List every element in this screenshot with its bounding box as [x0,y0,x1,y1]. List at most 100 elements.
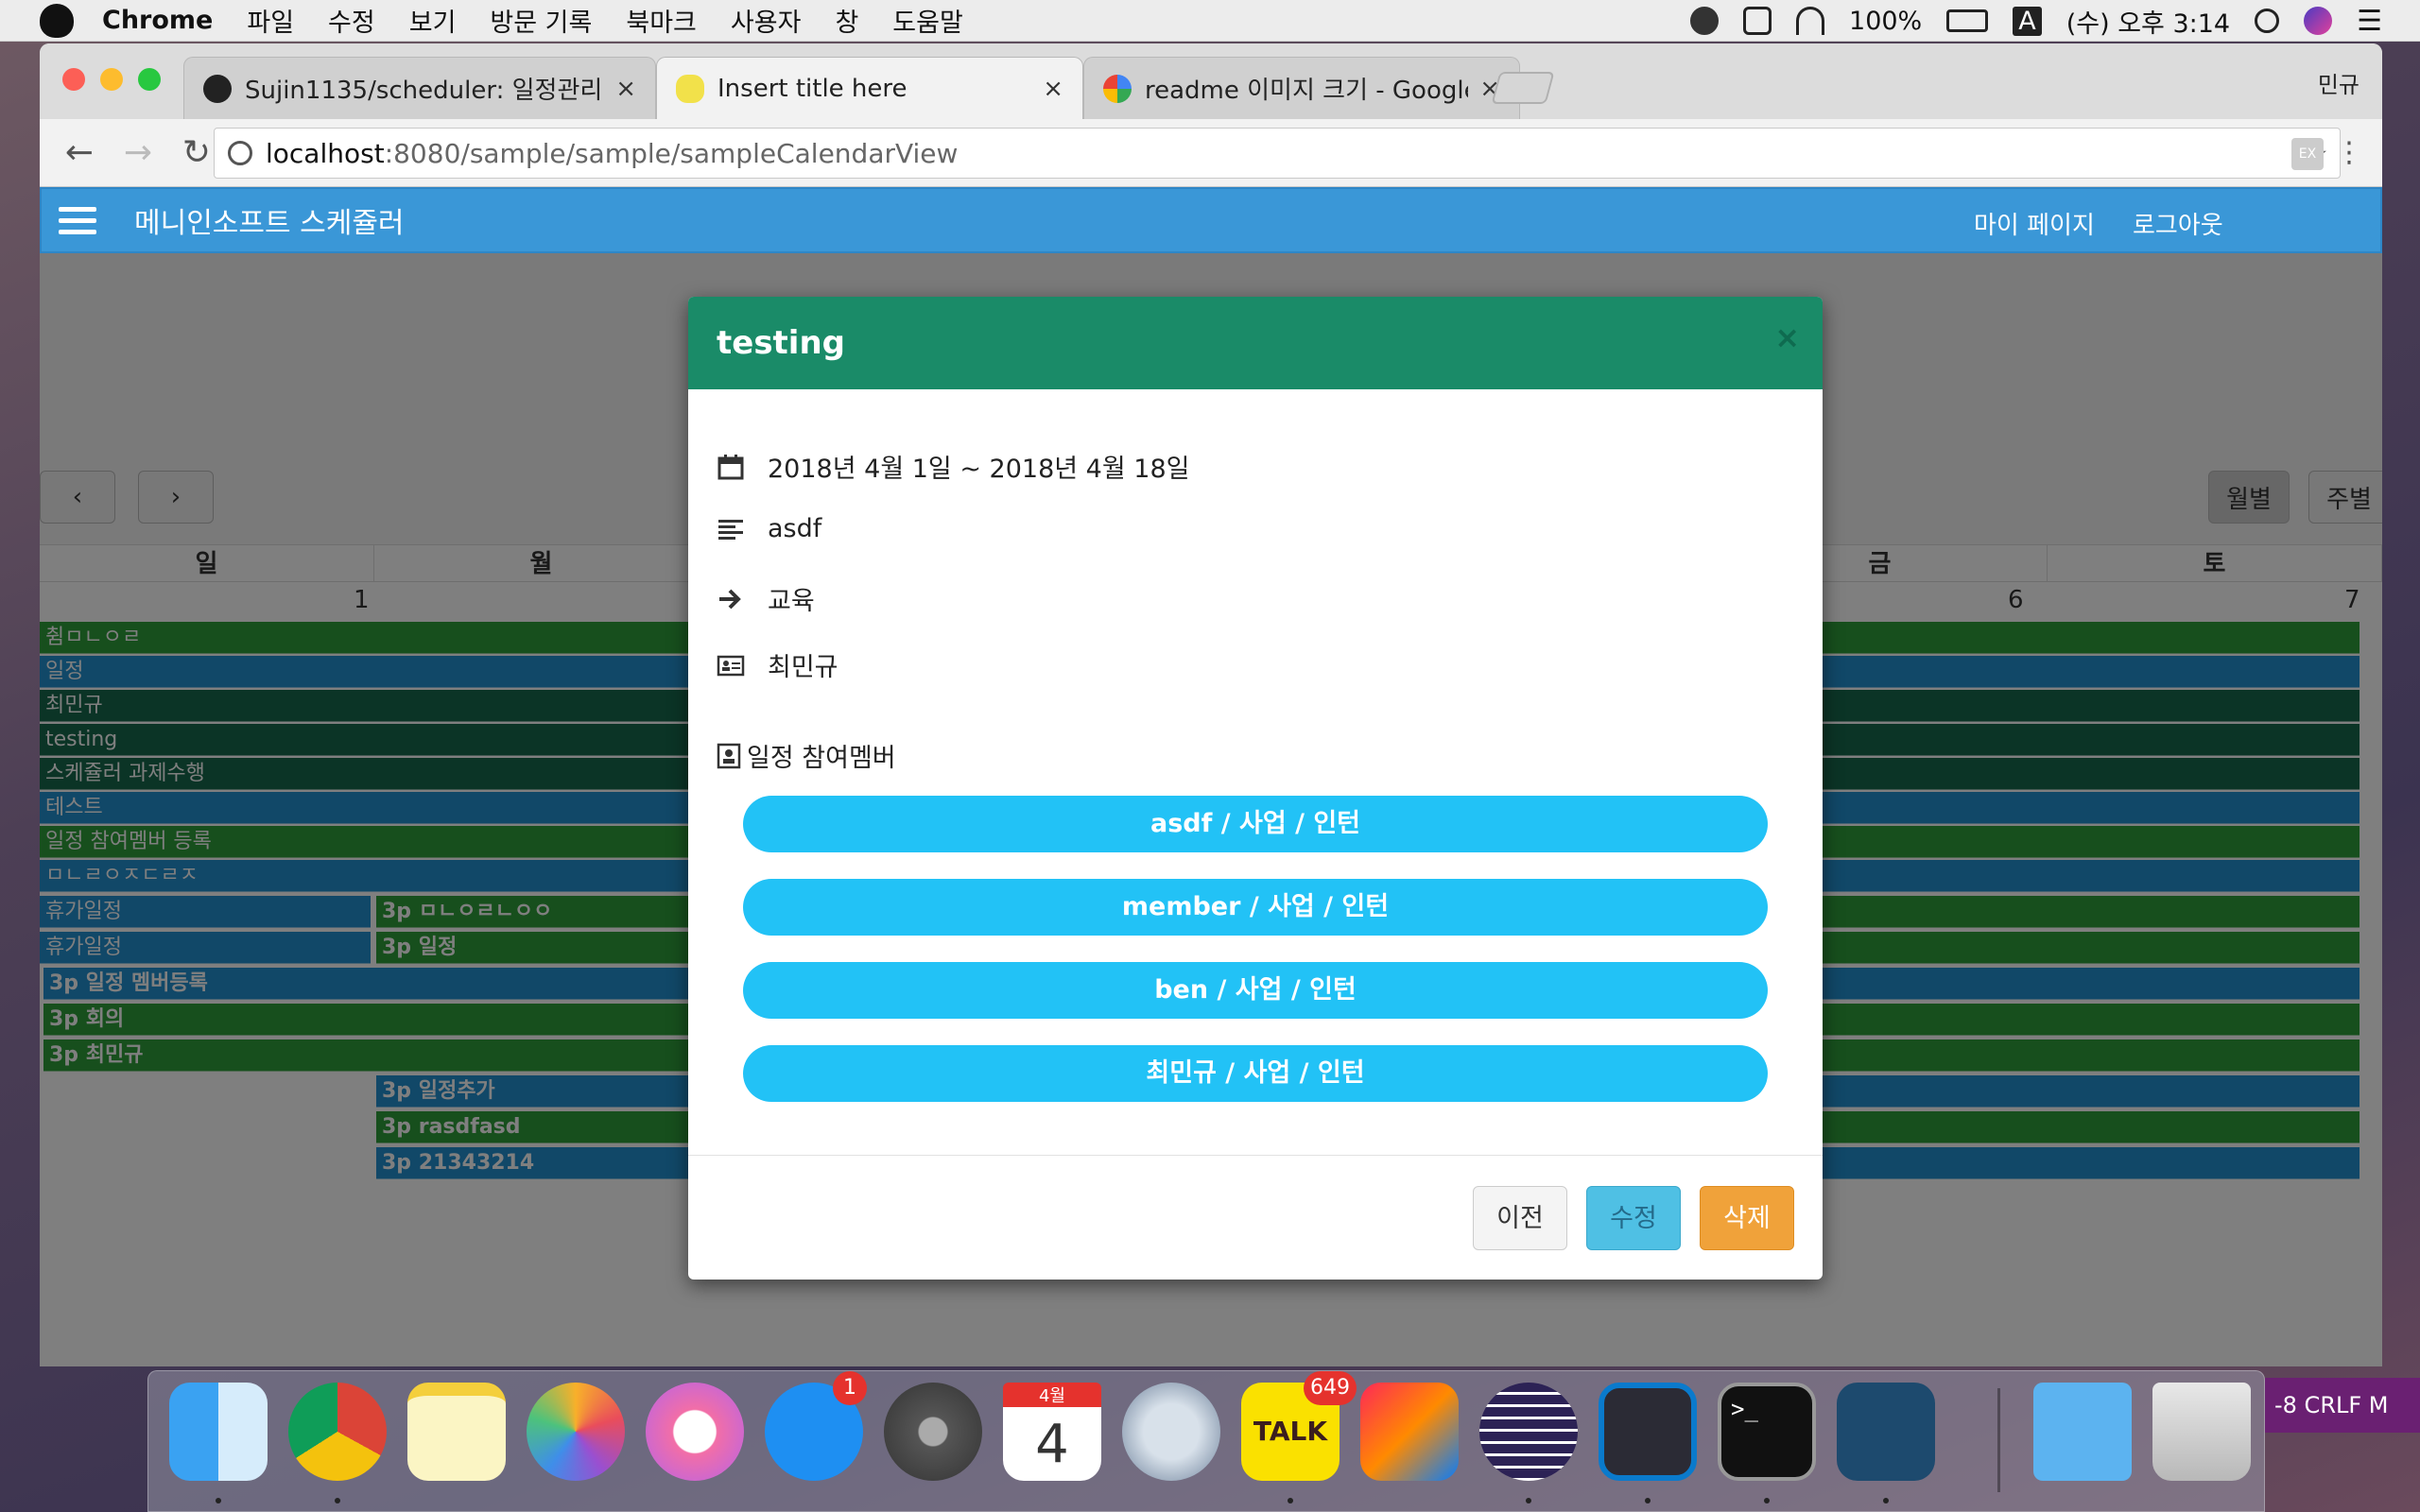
browser-toolbar: ← → ↻ localhost :8080/sample/sample/samp… [40,119,2382,187]
running-indicator [216,1498,221,1503]
spotlight-search-icon[interactable] [2255,9,2280,33]
member-pill[interactable]: asdf / 사업 / 인턴 [743,796,1768,852]
wifi-icon[interactable] [1796,7,1825,35]
github-icon [203,74,232,103]
menu-edit[interactable]: 수정 [328,2,375,39]
menu-app-name[interactable]: Chrome [102,6,213,35]
page-icon [676,74,704,103]
nav-my-page[interactable]: 마이 페이지 [1974,206,2095,241]
site-info-icon[interactable] [228,141,252,165]
tab-title: Sujin1135/scheduler: 일정관리 스 [245,77,605,105]
edit-button[interactable]: 수정 [1586,1186,1681,1250]
running-indicator [1764,1498,1770,1503]
window-close-button[interactable] [62,68,85,91]
tab-strip: Sujin1135/scheduler: 일정관리 스 × Insert tit… [40,43,2382,119]
prev-button[interactable]: 이전 [1473,1186,1567,1250]
event-description-row: asdf [717,514,821,543]
event-owner-row: 최민규 [717,646,838,683]
window-minimize-button[interactable] [100,68,123,91]
battery-icon[interactable] [1946,9,1989,32]
menu-bookmarks[interactable]: 북마크 [626,2,697,39]
input-source-indicator[interactable]: A [2013,6,2042,36]
member-pill[interactable]: 최민규 / 사업 / 인턴 [743,1045,1768,1102]
event-owner: 최민규 [768,653,838,682]
delete-button[interactable]: 삭제 [1700,1186,1794,1250]
calendar-app-icon[interactable]: 4월 4 [1003,1383,1101,1481]
event-description: asdf [768,514,822,543]
messenger-status-icon[interactable] [1690,7,1720,35]
tab-github[interactable]: Sujin1135/scheduler: 일정관리 스 × [183,57,656,119]
running-indicator [1526,1498,1531,1503]
extension-icon[interactable]: EX [2291,138,2324,170]
system-preferences-icon[interactable] [884,1383,982,1481]
mysql-workbench-icon[interactable] [1837,1383,1935,1481]
dock-separator [1997,1388,2000,1492]
google-icon [1103,74,1132,103]
notification-badge: 1 [833,1371,867,1405]
arrow-right-icon [719,589,741,609]
ml-icon[interactable] [1743,7,1772,35]
eclipse-icon[interactable] [1479,1383,1578,1481]
event-category: 교육 [768,587,815,616]
member-pill[interactable]: ben / 사업 / 인턴 [743,962,1768,1019]
notification-badge: 649 [1304,1371,1357,1405]
downloads-folder-icon[interactable] [2033,1383,2132,1481]
apple-icon[interactable] [40,3,74,38]
window-zoom-button[interactable] [138,68,161,91]
terminal-icon[interactable]: >_ [1718,1383,1816,1481]
browser-window: Sujin1135/scheduler: 일정관리 스 × Insert tit… [40,43,2382,1366]
intellij-icon[interactable] [1360,1383,1459,1481]
tab-insert-title[interactable]: Insert title here × [656,57,1083,119]
trash-icon[interactable] [2152,1383,2251,1481]
vscode-icon[interactable] [1599,1383,1697,1481]
photos-icon[interactable] [527,1383,625,1481]
app-header: 메니인소프트 스케쥴러 마이 페이지 로그아웃 [40,187,2382,253]
modal-footer: 이전 수정 삭제 [688,1155,1823,1280]
back-button[interactable]: ← [60,133,98,172]
url-path: :8080/sample/sample/sampleCalendarView [384,137,959,169]
calendar-month-label: 4월 [1003,1383,1101,1407]
itunes-icon[interactable] [646,1383,744,1481]
forward-button[interactable]: → [119,133,157,172]
menu-view[interactable]: 보기 [409,2,457,39]
calendar-icon [717,454,744,479]
nav-logout[interactable]: 로그아웃 [2133,206,2223,241]
running-indicator [335,1498,340,1503]
tab-google-search[interactable]: readme 이미지 크기 - Google 검색 × [1083,57,1520,119]
chrome-icon[interactable] [288,1383,387,1481]
battery-percent: 100% [1849,6,1923,36]
chrome-menu-icon[interactable]: ⋮ [2335,132,2363,174]
running-indicator [1645,1498,1651,1503]
event-category-row: 교육 [717,580,815,617]
event-date-row: 2018년 4월 1일 ~ 2018년 4월 18일 [717,448,1189,485]
profile-name[interactable]: 민규 [2318,66,2360,99]
reload-button[interactable]: ↻ [178,133,216,172]
notes-icon[interactable] [407,1383,506,1481]
notification-center-icon[interactable]: ☰ [2357,5,2382,38]
menu-window[interactable]: 창 [835,2,858,39]
hamburger-menu-icon[interactable] [59,200,96,241]
new-tab-button[interactable] [1491,72,1555,104]
finder-icon[interactable] [169,1383,268,1481]
menu-help[interactable]: 도움말 [892,2,963,39]
id-card-icon [717,655,745,676]
menu-people[interactable]: 사용자 [731,2,802,39]
mac-menubar: Chrome 파일 수정 보기 방문 기록 북마크 사용자 창 도움말 100%… [0,0,2420,42]
running-indicator [1288,1498,1293,1503]
tab-close-icon[interactable]: × [1043,75,1063,103]
modal-close-button[interactable]: × [1774,319,1800,355]
utility-gear-icon[interactable] [1122,1383,1220,1481]
menubar-clock[interactable]: (수) 오후 3:14 [2066,3,2230,40]
calendar-day-label: 4 [1035,1414,1069,1475]
menu-file[interactable]: 파일 [247,2,294,39]
tab-title: Insert title here [717,74,908,103]
siri-icon[interactable] [2304,7,2333,35]
menu-history[interactable]: 방문 기록 [490,2,592,39]
url-host: localhost [266,137,385,169]
event-detail-modal: testing × 2018년 4월 1일 ~ 2018년 4월 18일 asd… [688,297,1823,1280]
address-bar[interactable]: localhost :8080/sample/sample/sampleCale… [214,128,2341,179]
modal-title: testing [717,324,845,362]
member-pill[interactable]: member / 사업 / 인턴 [743,879,1768,936]
app-title[interactable]: 메니인소프트 스케쥴러 [134,199,405,241]
tab-close-icon[interactable]: × [615,75,636,103]
